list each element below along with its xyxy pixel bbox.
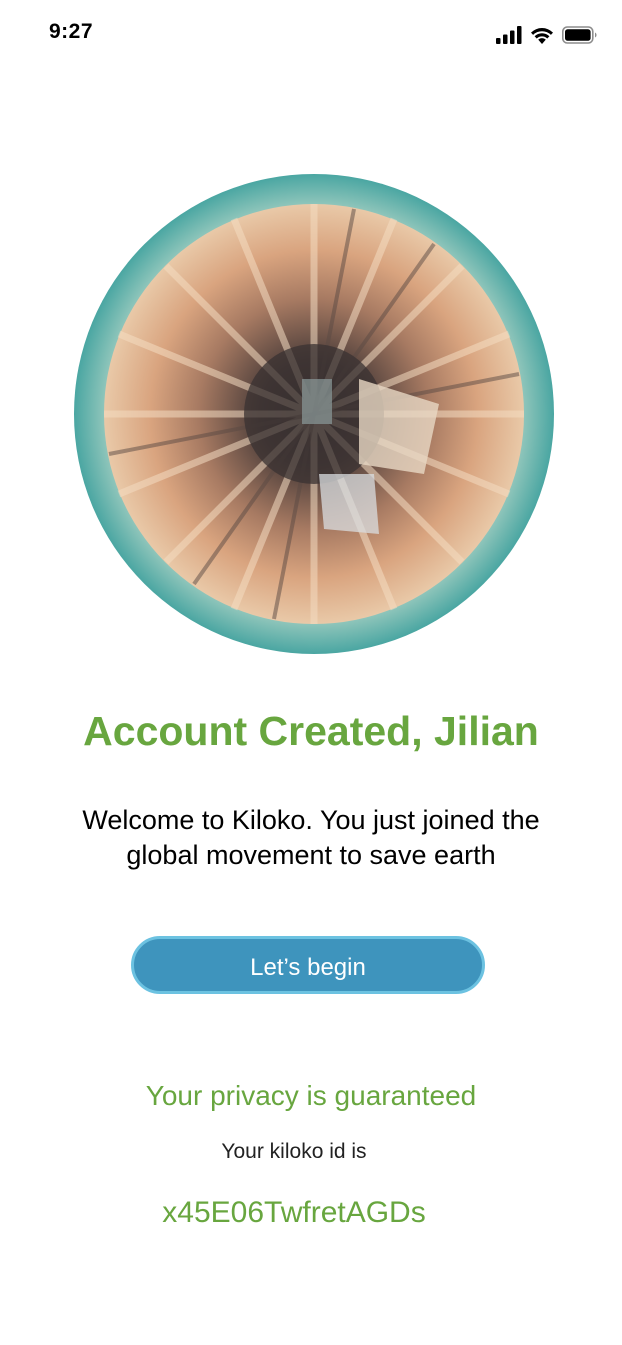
privacy-notice: Your privacy is guaranteed: [145, 1080, 477, 1111]
kiloko-id-value: x45E06TwfretAGDs: [162, 1196, 426, 1229]
page-title: Account Created, Jilian: [83, 708, 539, 754]
welcome-line-1: Welcome to Kiloko. You just joined the: [82, 805, 540, 835]
status-icons: [496, 24, 598, 46]
status-time: 9:27: [49, 20, 94, 43]
welcome-line-2: global movement to save earth: [126, 840, 496, 870]
tiny-planet-city-image: [74, 174, 554, 654]
status-bar: 9:27: [0, 0, 622, 68]
battery-icon: [562, 26, 598, 44]
wifi-icon: [530, 26, 554, 44]
kiloko-id-label: Your kiloko id is: [221, 1140, 367, 1163]
welcome-message: Welcome to Kiloko. You just joined the g…: [40, 803, 582, 873]
cellular-signal-icon: [496, 26, 522, 44]
lets-begin-button[interactable]: Let’s begin: [131, 936, 485, 994]
